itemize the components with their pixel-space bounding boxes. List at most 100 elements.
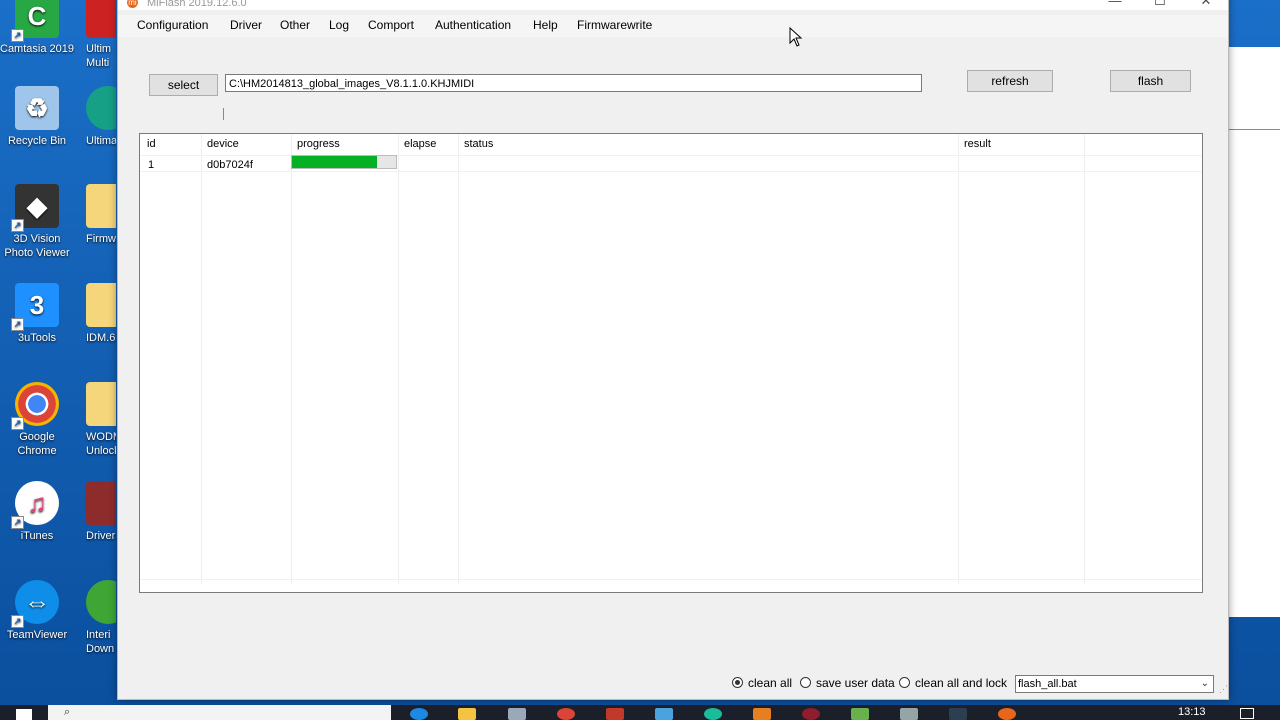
taskbar-app-icon[interactable] xyxy=(704,708,722,720)
chrome-icon: ↗ xyxy=(11,382,59,430)
maximize-icon[interactable]: ☐ xyxy=(1137,0,1183,10)
column-divider xyxy=(398,134,399,584)
radio-save-user-data[interactable] xyxy=(800,677,811,688)
background-window[interactable] xyxy=(1228,47,1280,617)
refresh-button[interactable]: refresh xyxy=(967,70,1053,92)
menu-authentication[interactable]: Authentication xyxy=(435,18,511,32)
desktop-icon-label: Interi Down xyxy=(86,629,115,655)
desktop-icon-label: Ultimat xyxy=(86,135,116,147)
column-header-status[interactable]: status xyxy=(464,138,493,150)
option-label: save user data xyxy=(816,676,895,690)
itunes-icon: ♫ ↗ xyxy=(11,481,59,529)
desktop-icon-label: TeamViewer xyxy=(6,629,68,641)
idm-icon xyxy=(86,580,116,624)
column-divider xyxy=(958,134,959,584)
desktop-icon-drivers[interactable]: Drivers_ xyxy=(86,481,116,543)
desktop-icon-label: Drivers_ xyxy=(86,530,116,542)
resize-grip-icon[interactable]: ⋰ xyxy=(1219,684,1228,695)
miflash-window: mi MiFlash 2019.12.6.0 — ☐ ✕ Configurati… xyxy=(117,0,1229,700)
taskbar-app-icon[interactable] xyxy=(802,708,820,720)
3utools-icon: 3 ↗ xyxy=(11,283,59,331)
column-divider xyxy=(458,134,459,584)
3d-vision-icon: ◆ ↗ xyxy=(11,184,59,232)
menu-firmwarewrite[interactable]: Firmwarewrite xyxy=(577,18,652,32)
option-save-user-data[interactable]: save user data xyxy=(800,676,895,690)
radio-clean-all-and-lock[interactable] xyxy=(899,677,910,688)
taskbar-app-icon[interactable] xyxy=(655,708,673,720)
desktop-icon-3utools[interactable]: 3 ↗ 3uTools xyxy=(0,283,74,345)
menu-log[interactable]: Log xyxy=(329,18,349,32)
desktop-icon-wodm[interactable]: WODM Unlock xyxy=(86,382,116,458)
option-clean-all[interactable]: clean all xyxy=(732,676,792,690)
miflash-app-icon: mi xyxy=(127,0,138,8)
ultimate-icon xyxy=(86,86,116,130)
script-select[interactable]: flash_all.bat ⌄ xyxy=(1015,675,1214,693)
desktop-icon-firmware[interactable]: Firmwa xyxy=(86,184,116,246)
desktop-icon-chrome[interactable]: ↗ Google Chrome xyxy=(0,382,74,458)
chevron-down-icon[interactable]: ⌄ xyxy=(1201,676,1209,692)
notification-icon[interactable] xyxy=(1240,708,1254,719)
taskbar-clock[interactable]: 13:13 xyxy=(1178,706,1206,718)
column-header-id[interactable]: id xyxy=(147,138,156,150)
taskbar-app-icon[interactable] xyxy=(998,708,1016,720)
desktop-icon-label: Camtasia 2019 xyxy=(0,43,74,55)
menu-bar: Configuration Driver Other Log Comport A… xyxy=(118,15,1228,37)
menu-other[interactable]: Other xyxy=(280,18,310,32)
menu-comport[interactable]: Comport xyxy=(368,18,414,32)
folder-icon xyxy=(86,184,116,228)
desktop-icon-label: 3D Vision Photo Viewer xyxy=(4,233,70,259)
teamviewer-icon: ⇔ ↗ xyxy=(11,580,59,628)
windows-start-icon[interactable] xyxy=(16,709,32,720)
chrome-taskbar-icon[interactable] xyxy=(557,708,575,720)
desktop-icon-camtasia[interactable]: C ↗ Camtasia 2019 xyxy=(0,0,74,56)
option-label: clean all and lock xyxy=(915,676,1008,690)
desktop-icon-teamviewer[interactable]: ⇔ ↗ TeamViewer xyxy=(0,580,74,642)
divider xyxy=(1229,129,1280,130)
edge-icon[interactable] xyxy=(410,708,428,720)
file-explorer-icon[interactable] xyxy=(458,708,476,720)
close-icon[interactable]: ✕ xyxy=(1183,0,1229,10)
firmware-path-input[interactable]: C:\HM2014813_global_images_V8.1.1.0.KHJM… xyxy=(225,74,922,92)
taskbar-app-icon[interactable] xyxy=(753,708,771,720)
desktop-icon-ultimate[interactable]: Ultimat xyxy=(86,86,116,148)
title-bar[interactable]: mi MiFlash 2019.12.6.0 — ☐ ✕ xyxy=(118,0,1228,10)
menu-configuration[interactable]: Configuration xyxy=(137,18,208,32)
menu-help[interactable]: Help xyxy=(533,18,558,32)
minimize-icon[interactable]: — xyxy=(1092,0,1138,10)
desktop-icon-idm[interactable]: IDM.6.3 xyxy=(86,283,116,345)
desktop-icon-ultimate-multi[interactable]: Ultim Multi xyxy=(86,0,116,70)
recycle-bin-icon: ♻ xyxy=(15,86,59,130)
taskbar-search-box[interactable]: ⌕ xyxy=(48,705,391,720)
cell-id: 1 xyxy=(148,159,155,171)
flash-button[interactable]: flash xyxy=(1110,70,1191,92)
menu-driver[interactable]: Driver xyxy=(230,18,262,32)
taskbar-app-icon[interactable] xyxy=(606,708,624,720)
desktop-icon-label: Ultim Multi xyxy=(86,43,112,69)
device-table[interactable]: id device progress elapse status result … xyxy=(139,133,1203,593)
radio-clean-all[interactable] xyxy=(732,677,743,688)
column-header-elapse[interactable]: elapse xyxy=(404,138,436,150)
taskbar-app-icon[interactable] xyxy=(508,708,526,720)
taskbar-app-icon[interactable] xyxy=(949,708,967,720)
cell-device: d0b7024f xyxy=(207,159,253,171)
winrar-icon xyxy=(86,481,116,525)
desktop-icon-3d-vision[interactable]: ◆ ↗ 3D Vision Photo Viewer xyxy=(0,184,74,260)
desktop-icon-internet-download[interactable]: Interi Down xyxy=(86,580,116,656)
folder-icon xyxy=(86,382,116,426)
folder-icon xyxy=(86,283,116,327)
window-title: MiFlash 2019.12.6.0 xyxy=(147,0,247,9)
desktop-icon-itunes[interactable]: ♫ ↗ iTunes xyxy=(0,481,74,543)
text-caret xyxy=(223,108,224,120)
script-select-value: flash_all.bat xyxy=(1018,678,1077,690)
desktop-icon-label: WODM Unlock xyxy=(86,431,116,457)
column-header-result[interactable]: result xyxy=(964,138,991,150)
ultimate-multi-icon xyxy=(86,0,116,38)
column-header-progress[interactable]: progress xyxy=(297,138,340,150)
column-header-device[interactable]: device xyxy=(207,138,239,150)
taskbar-app-icon[interactable] xyxy=(851,708,869,720)
option-clean-all-and-lock[interactable]: clean all and lock xyxy=(899,676,1007,690)
desktop-icon-label: 3uTools xyxy=(18,332,56,344)
select-button[interactable]: select xyxy=(149,74,218,96)
taskbar-app-icon[interactable] xyxy=(900,708,918,720)
desktop-icon-recycle-bin[interactable]: ♻ Recycle Bin xyxy=(0,86,74,148)
